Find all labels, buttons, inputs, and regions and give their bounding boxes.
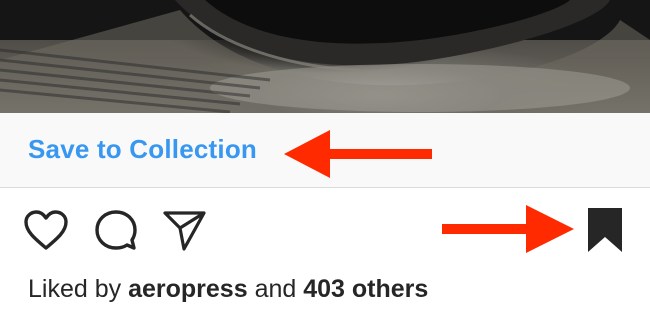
heart-icon[interactable] xyxy=(22,208,70,252)
share-icon[interactable] xyxy=(162,208,208,252)
annotation-arrow-right xyxy=(442,205,574,253)
annotation-arrow-left xyxy=(284,130,432,178)
likes-connector: and xyxy=(254,275,297,303)
post-action-row xyxy=(0,188,650,268)
post-image-art xyxy=(0,0,650,113)
save-to-collection-link[interactable]: Save to Collection xyxy=(28,134,257,165)
comment-icon[interactable] xyxy=(94,208,138,252)
likes-others-link[interactable]: 403 others xyxy=(303,275,428,303)
liked-by-user-link[interactable]: aeropress xyxy=(128,275,248,303)
likes-prefix: Liked by xyxy=(28,275,122,303)
bookmark-icon[interactable] xyxy=(586,206,624,254)
likes-summary: Liked by aeropress and 403 others xyxy=(28,275,428,304)
post-image xyxy=(0,0,650,113)
